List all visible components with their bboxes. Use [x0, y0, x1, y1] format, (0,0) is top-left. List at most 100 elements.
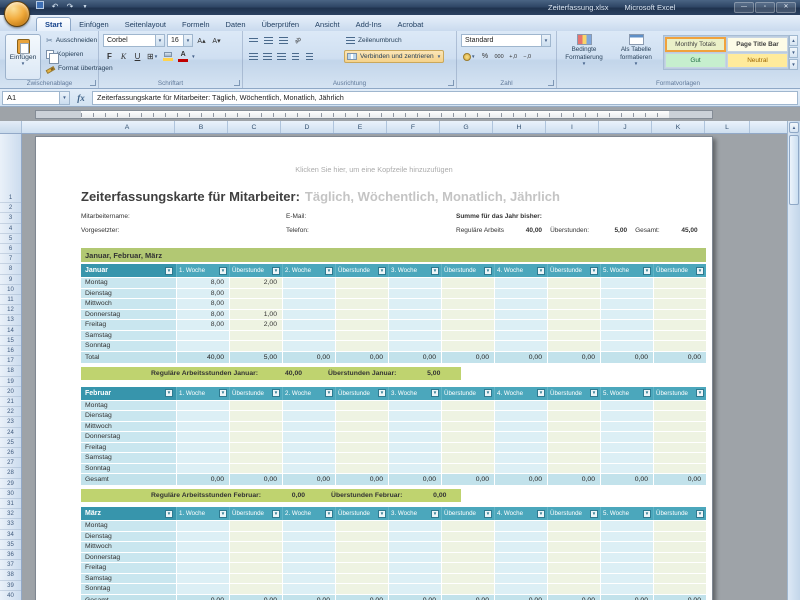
data-cell[interactable] — [388, 442, 441, 453]
column-header-g[interactable]: G — [440, 121, 493, 133]
data-cell[interactable] — [176, 583, 229, 594]
day-label-cell[interactable]: Donnerstag — [81, 431, 176, 442]
data-cell[interactable] — [282, 531, 335, 542]
column-header-a[interactable]: A — [80, 121, 175, 133]
orientation-icon[interactable]: ab — [292, 34, 305, 47]
accounting-format-button[interactable]: ▼ — [461, 50, 477, 63]
data-cell[interactable] — [388, 552, 441, 563]
row-header-39[interactable]: 39 — [0, 581, 21, 591]
filter-dropdown-icon[interactable]: ▼ — [165, 267, 173, 275]
paste-button[interactable]: Einfügen ▼ — [5, 34, 41, 80]
data-cell[interactable] — [441, 520, 494, 531]
data-cell[interactable] — [653, 520, 706, 531]
day-label-cell[interactable]: Sonntag — [81, 463, 176, 474]
gallery-scroll-up-icon[interactable]: ▲ — [789, 35, 798, 46]
data-cell[interactable] — [229, 531, 282, 542]
data-cell[interactable] — [282, 340, 335, 351]
grow-font-icon[interactable]: A▴ — [195, 34, 208, 47]
row-header-5[interactable]: 5 — [0, 234, 21, 244]
total-cell[interactable]: 0,00 — [441, 351, 494, 363]
maximize-button[interactable]: ▫ — [755, 2, 775, 13]
sheet-title[interactable]: Zeiterfassungskarte für Mitarbeiter:Tägl… — [81, 189, 706, 205]
style-page-title-bar[interactable]: Page Title Bar — [727, 37, 788, 52]
filter-dropdown-icon[interactable]: ▼ — [696, 510, 704, 518]
data-cell[interactable] — [229, 562, 282, 573]
week-header-cell[interactable]: Überstunde▼ — [229, 507, 282, 520]
month-summary-bar[interactable]: Reguläre Arbeitsstunden Februar:0,00Über… — [81, 489, 461, 502]
tab-formeln[interactable]: Formeln — [174, 18, 218, 31]
total-cell[interactable]: 0,00 — [600, 351, 653, 363]
data-cell[interactable] — [494, 340, 547, 351]
data-cell[interactable] — [282, 410, 335, 421]
conditional-formatting-button[interactable]: Bedingte Formatierung ▼ — [559, 34, 609, 80]
total-cell[interactable]: 0,00 — [229, 594, 282, 600]
week-header-cell[interactable]: 1. Woche▼ — [176, 387, 229, 400]
merge-center-button[interactable]: Verbinden und zentrieren ▼ — [344, 50, 444, 63]
week-header-cell[interactable]: Überstunde▼ — [335, 264, 388, 277]
data-cell[interactable] — [335, 541, 388, 552]
filter-dropdown-icon[interactable]: ▼ — [537, 389, 545, 397]
data-cell[interactable] — [494, 400, 547, 411]
week-header-cell[interactable]: Überstunde▼ — [547, 387, 600, 400]
data-cell[interactable] — [388, 309, 441, 320]
data-cell[interactable] — [441, 452, 494, 463]
column-header-i[interactable]: I — [546, 121, 599, 133]
label-email[interactable]: E-Mail: — [286, 213, 306, 220]
total-cell[interactable]: 0,00 — [653, 594, 706, 600]
data-cell[interactable]: 8,00 — [176, 309, 229, 320]
day-label-cell[interactable]: Montag — [81, 277, 176, 288]
dialog-launcher-icon[interactable] — [234, 80, 240, 86]
row-header-19[interactable]: 19 — [0, 377, 21, 387]
row-header-17[interactable]: 17 — [0, 356, 21, 366]
data-cell[interactable] — [282, 463, 335, 474]
data-cell[interactable] — [653, 340, 706, 351]
data-cell[interactable] — [653, 431, 706, 442]
data-cell[interactable] — [441, 431, 494, 442]
total-cell[interactable]: 0,00 — [176, 473, 229, 485]
data-cell[interactable]: 1,00 — [229, 309, 282, 320]
data-cell[interactable] — [547, 410, 600, 421]
filter-dropdown-icon[interactable]: ▼ — [272, 510, 280, 518]
week-header-cell[interactable]: 5. Woche▼ — [600, 507, 653, 520]
row-header-1[interactable]: 1 — [0, 193, 21, 203]
data-cell[interactable] — [282, 309, 335, 320]
data-cell[interactable] — [441, 319, 494, 330]
total-cell[interactable]: 0,00 — [547, 473, 600, 485]
total-cell[interactable]: 0,00 — [229, 473, 282, 485]
total-cell[interactable]: 0,00 — [282, 594, 335, 600]
data-cell[interactable] — [494, 431, 547, 442]
day-label-cell[interactable]: Freitag — [81, 319, 176, 330]
data-cell[interactable] — [547, 442, 600, 453]
data-cell[interactable] — [176, 463, 229, 474]
font-color-button[interactable]: A — [176, 50, 190, 63]
data-cell[interactable] — [600, 309, 653, 320]
day-label-cell[interactable]: Samstag — [81, 330, 176, 341]
data-cell[interactable] — [547, 431, 600, 442]
align-middle-icon[interactable] — [262, 34, 275, 47]
data-cell[interactable] — [653, 277, 706, 288]
data-cell[interactable] — [282, 319, 335, 330]
filter-dropdown-icon[interactable]: ▼ — [325, 267, 333, 275]
column-header-d[interactable]: D — [281, 121, 334, 133]
data-cell[interactable] — [547, 552, 600, 563]
week-header-cell[interactable]: Überstunde▼ — [441, 264, 494, 277]
data-cell[interactable] — [335, 562, 388, 573]
data-cell[interactable] — [441, 562, 494, 573]
data-cell[interactable] — [388, 452, 441, 463]
week-header-cell[interactable]: 4. Woche▼ — [494, 387, 547, 400]
tab-daten[interactable]: Daten — [218, 18, 254, 31]
data-cell[interactable] — [282, 452, 335, 463]
data-cell[interactable] — [335, 410, 388, 421]
data-cell[interactable] — [282, 298, 335, 309]
data-cell[interactable] — [547, 288, 600, 299]
data-cell[interactable] — [547, 573, 600, 584]
data-cell[interactable] — [441, 531, 494, 542]
data-cell[interactable] — [388, 573, 441, 584]
month-header-cell[interactable]: März▼ — [81, 507, 176, 520]
data-cell[interactable] — [176, 431, 229, 442]
data-cell[interactable] — [282, 520, 335, 531]
shrink-font-icon[interactable]: A▾ — [210, 34, 223, 47]
gallery-more-icon[interactable]: ▼ — [789, 59, 798, 70]
data-cell[interactable] — [388, 431, 441, 442]
column-header-e[interactable]: E — [334, 121, 387, 133]
